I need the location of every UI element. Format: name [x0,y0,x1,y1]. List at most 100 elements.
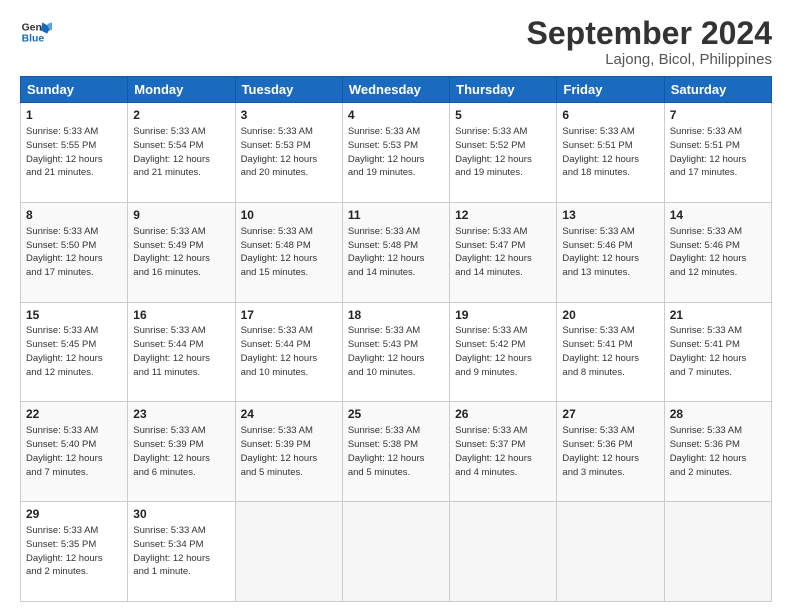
day-info: Sunrise: 5:33 AM Sunset: 5:47 PM Dayligh… [455,225,551,280]
day-info: Sunrise: 5:33 AM Sunset: 5:35 PM Dayligh… [26,524,122,579]
day-info: Sunrise: 5:33 AM Sunset: 5:39 PM Dayligh… [133,424,229,479]
table-row: 13Sunrise: 5:33 AM Sunset: 5:46 PM Dayli… [557,202,664,302]
day-info: Sunrise: 5:33 AM Sunset: 5:43 PM Dayligh… [348,324,444,379]
day-info: Sunrise: 5:33 AM Sunset: 5:40 PM Dayligh… [26,424,122,479]
logo: General Blue [20,16,52,48]
table-row: 12Sunrise: 5:33 AM Sunset: 5:47 PM Dayli… [450,202,557,302]
day-number: 15 [26,307,122,324]
table-row: 11Sunrise: 5:33 AM Sunset: 5:48 PM Dayli… [342,202,449,302]
table-row: 26Sunrise: 5:33 AM Sunset: 5:37 PM Dayli… [450,402,557,502]
day-number: 18 [348,307,444,324]
day-number: 3 [241,107,337,124]
day-number: 22 [26,406,122,423]
table-row: 9Sunrise: 5:33 AM Sunset: 5:49 PM Daylig… [128,202,235,302]
table-row: 7Sunrise: 5:33 AM Sunset: 5:51 PM Daylig… [664,103,771,203]
day-number: 10 [241,207,337,224]
day-info: Sunrise: 5:33 AM Sunset: 5:52 PM Dayligh… [455,125,551,180]
table-row: 28Sunrise: 5:33 AM Sunset: 5:36 PM Dayli… [664,402,771,502]
table-row: 1Sunrise: 5:33 AM Sunset: 5:55 PM Daylig… [21,103,128,203]
day-info: Sunrise: 5:33 AM Sunset: 5:53 PM Dayligh… [348,125,444,180]
day-number: 6 [562,107,658,124]
day-info: Sunrise: 5:33 AM Sunset: 5:39 PM Dayligh… [241,424,337,479]
day-number: 11 [348,207,444,224]
table-row: 5Sunrise: 5:33 AM Sunset: 5:52 PM Daylig… [450,103,557,203]
col-sunday: Sunday [21,77,128,103]
calendar-table: Sunday Monday Tuesday Wednesday Thursday… [20,76,772,602]
table-row: 27Sunrise: 5:33 AM Sunset: 5:36 PM Dayli… [557,402,664,502]
day-number: 7 [670,107,766,124]
day-number: 17 [241,307,337,324]
calendar-week-row: 29Sunrise: 5:33 AM Sunset: 5:35 PM Dayli… [21,502,772,602]
calendar-header-row: Sunday Monday Tuesday Wednesday Thursday… [21,77,772,103]
day-info: Sunrise: 5:33 AM Sunset: 5:53 PM Dayligh… [241,125,337,180]
day-number: 14 [670,207,766,224]
day-number: 24 [241,406,337,423]
day-number: 13 [562,207,658,224]
day-info: Sunrise: 5:33 AM Sunset: 5:45 PM Dayligh… [26,324,122,379]
day-number: 25 [348,406,444,423]
day-info: Sunrise: 5:33 AM Sunset: 5:42 PM Dayligh… [455,324,551,379]
day-info: Sunrise: 5:33 AM Sunset: 5:51 PM Dayligh… [562,125,658,180]
day-number: 16 [133,307,229,324]
col-tuesday: Tuesday [235,77,342,103]
day-number: 2 [133,107,229,124]
day-number: 9 [133,207,229,224]
table-row: 10Sunrise: 5:33 AM Sunset: 5:48 PM Dayli… [235,202,342,302]
day-info: Sunrise: 5:33 AM Sunset: 5:46 PM Dayligh… [562,225,658,280]
day-info: Sunrise: 5:33 AM Sunset: 5:36 PM Dayligh… [670,424,766,479]
table-row: 24Sunrise: 5:33 AM Sunset: 5:39 PM Dayli… [235,402,342,502]
table-row: 20Sunrise: 5:33 AM Sunset: 5:41 PM Dayli… [557,302,664,402]
table-row [664,502,771,602]
day-info: Sunrise: 5:33 AM Sunset: 5:51 PM Dayligh… [670,125,766,180]
col-friday: Friday [557,77,664,103]
day-info: Sunrise: 5:33 AM Sunset: 5:38 PM Dayligh… [348,424,444,479]
title-area: September 2024 Lajong, Bicol, Philippine… [527,16,772,68]
day-number: 5 [455,107,551,124]
table-row: 4Sunrise: 5:33 AM Sunset: 5:53 PM Daylig… [342,103,449,203]
calendar-week-row: 8Sunrise: 5:33 AM Sunset: 5:50 PM Daylig… [21,202,772,302]
table-row: 29Sunrise: 5:33 AM Sunset: 5:35 PM Dayli… [21,502,128,602]
day-number: 12 [455,207,551,224]
day-info: Sunrise: 5:33 AM Sunset: 5:41 PM Dayligh… [670,324,766,379]
table-row: 17Sunrise: 5:33 AM Sunset: 5:44 PM Dayli… [235,302,342,402]
day-info: Sunrise: 5:33 AM Sunset: 5:54 PM Dayligh… [133,125,229,180]
table-row: 30Sunrise: 5:33 AM Sunset: 5:34 PM Dayli… [128,502,235,602]
col-saturday: Saturday [664,77,771,103]
table-row: 14Sunrise: 5:33 AM Sunset: 5:46 PM Dayli… [664,202,771,302]
table-row: 6Sunrise: 5:33 AM Sunset: 5:51 PM Daylig… [557,103,664,203]
day-info: Sunrise: 5:33 AM Sunset: 5:48 PM Dayligh… [348,225,444,280]
day-number: 4 [348,107,444,124]
table-row: 18Sunrise: 5:33 AM Sunset: 5:43 PM Dayli… [342,302,449,402]
table-row: 15Sunrise: 5:33 AM Sunset: 5:45 PM Dayli… [21,302,128,402]
table-row: 3Sunrise: 5:33 AM Sunset: 5:53 PM Daylig… [235,103,342,203]
day-number: 23 [133,406,229,423]
table-row: 22Sunrise: 5:33 AM Sunset: 5:40 PM Dayli… [21,402,128,502]
day-info: Sunrise: 5:33 AM Sunset: 5:41 PM Dayligh… [562,324,658,379]
day-info: Sunrise: 5:33 AM Sunset: 5:36 PM Dayligh… [562,424,658,479]
calendar-week-row: 22Sunrise: 5:33 AM Sunset: 5:40 PM Dayli… [21,402,772,502]
table-row [450,502,557,602]
day-info: Sunrise: 5:33 AM Sunset: 5:46 PM Dayligh… [670,225,766,280]
day-number: 26 [455,406,551,423]
svg-text:Blue: Blue [22,34,45,45]
day-number: 20 [562,307,658,324]
day-info: Sunrise: 5:33 AM Sunset: 5:44 PM Dayligh… [241,324,337,379]
table-row: 2Sunrise: 5:33 AM Sunset: 5:54 PM Daylig… [128,103,235,203]
day-number: 19 [455,307,551,324]
day-info: Sunrise: 5:33 AM Sunset: 5:48 PM Dayligh… [241,225,337,280]
day-number: 30 [133,506,229,523]
table-row: 21Sunrise: 5:33 AM Sunset: 5:41 PM Dayli… [664,302,771,402]
table-row: 16Sunrise: 5:33 AM Sunset: 5:44 PM Dayli… [128,302,235,402]
day-number: 27 [562,406,658,423]
day-info: Sunrise: 5:33 AM Sunset: 5:49 PM Dayligh… [133,225,229,280]
table-row: 25Sunrise: 5:33 AM Sunset: 5:38 PM Dayli… [342,402,449,502]
day-number: 29 [26,506,122,523]
page: General Blue September 2024 Lajong, Bico… [0,0,792,612]
header: General Blue September 2024 Lajong, Bico… [20,16,772,68]
table-row: 8Sunrise: 5:33 AM Sunset: 5:50 PM Daylig… [21,202,128,302]
logo-icon: General Blue [20,16,52,48]
table-row [342,502,449,602]
main-title: September 2024 [527,16,772,51]
table-row [235,502,342,602]
day-info: Sunrise: 5:33 AM Sunset: 5:44 PM Dayligh… [133,324,229,379]
